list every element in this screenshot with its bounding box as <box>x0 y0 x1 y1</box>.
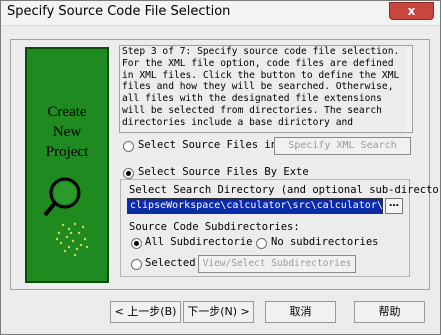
side-panel-title: Create New Project <box>45 104 89 160</box>
all-subdirectories-label: All Subdirectorie <box>145 236 253 248</box>
window-title: Specify Source Code File Selection <box>7 4 231 19</box>
close-icon: x <box>407 4 416 18</box>
description-scrollbar[interactable] <box>406 46 412 132</box>
file-extensions-label: Select Source Files By Exte <box>138 166 309 178</box>
search-directory-value: clipseWorkspace\calculator\src\calculato… <box>130 200 383 211</box>
radio-selected-dot <box>134 241 139 246</box>
dialog-window: Specify Source Code File Selection x Cre… <box>0 0 441 335</box>
side-panel: Create New Project <box>25 47 109 283</box>
no-subdirectories-radio[interactable] <box>256 238 267 249</box>
selected-subdirectories-label: Selected <box>145 257 196 269</box>
specify-xml-search-button[interactable]: Specify XML Search <box>274 137 411 155</box>
magnifier-icon <box>43 177 89 257</box>
xml-files-radio[interactable] <box>123 141 134 152</box>
search-directory-label: Select Search Directory (and optional su… <box>129 184 441 196</box>
step-description-text: Step 3 of 7: Specify source code file se… <box>122 46 400 128</box>
close-button[interactable]: x <box>389 2 434 20</box>
next-button[interactable]: 下一步(N) > <box>183 301 254 323</box>
browse-button[interactable]: … <box>385 198 403 214</box>
title-bar: Specify Source Code File Selection x <box>1 1 440 26</box>
view-select-subdirectories-button[interactable]: View/Select Subdirectories <box>198 255 356 273</box>
xml-files-label: Select Source Files in <box>138 139 278 151</box>
all-subdirectories-radio[interactable] <box>131 238 142 249</box>
help-button[interactable]: 帮助 <box>354 301 425 323</box>
no-subdirectories-label: No subdirectories <box>271 236 379 248</box>
subdirectories-label: Source Code Subdirectories: <box>129 221 300 233</box>
selected-subdirectories-radio[interactable] <box>131 259 142 270</box>
radio-selected-dot <box>126 171 131 176</box>
cancel-button[interactable]: 取消 <box>265 301 336 323</box>
back-button[interactable]: < 上一步(B) <box>110 301 181 323</box>
file-extensions-radio[interactable] <box>123 168 134 179</box>
step-description[interactable]: Step 3 of 7: Specify source code file se… <box>119 45 413 133</box>
search-directory-input[interactable]: clipseWorkspace\calculator\src\calculato… <box>127 198 383 214</box>
